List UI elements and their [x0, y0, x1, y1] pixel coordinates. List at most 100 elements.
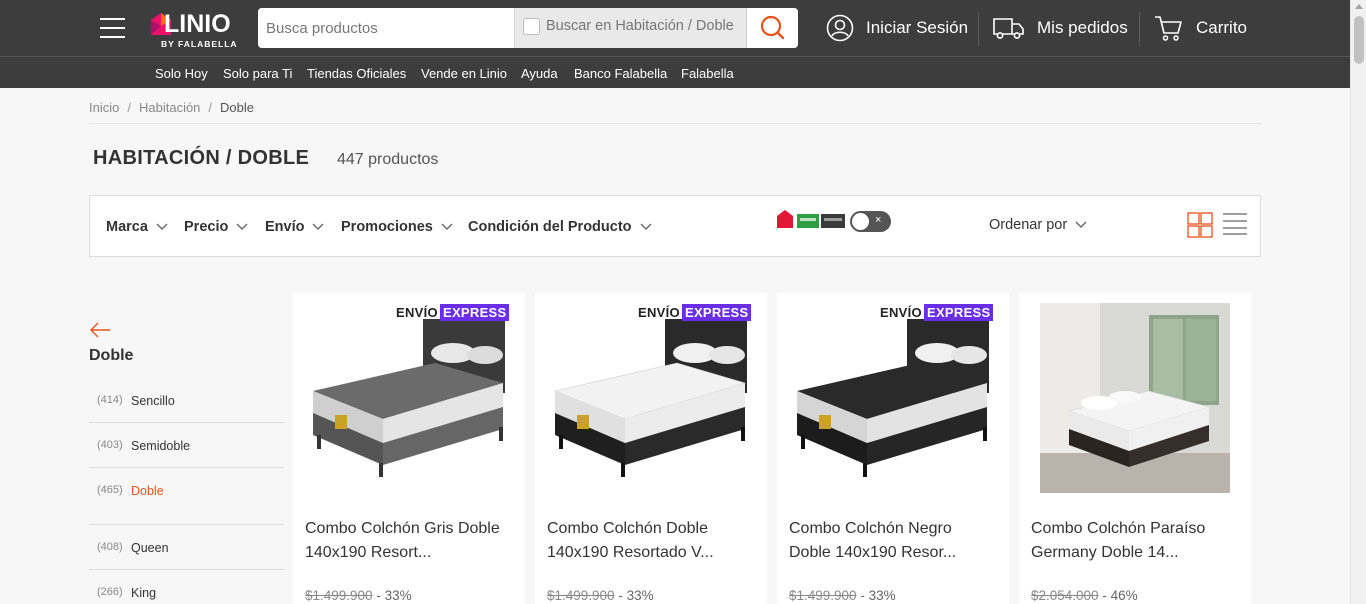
toggle-close-icon: ×	[875, 214, 882, 226]
product-price: $1.499.900 - 33%	[789, 588, 896, 603]
scope-checkbox[interactable]	[523, 18, 540, 35]
logo-subtext: BY FALABELLA	[161, 39, 238, 49]
filter-label: Promociones	[341, 219, 433, 235]
cart-link[interactable]: Carrito	[1154, 12, 1247, 44]
filter-precio[interactable]: Precio	[184, 219, 248, 235]
old-price: $1.499.900	[305, 588, 373, 603]
category-semidoble[interactable]: (403) Semidoble	[89, 435, 284, 480]
grid-view-icon[interactable]	[1187, 212, 1213, 238]
product-price: $2.054.000 - 46%	[1031, 588, 1138, 603]
product-image	[797, 319, 989, 477]
express-badge: ENVÍO EXPRESS	[638, 303, 752, 321]
subnav-falabella[interactable]: Falabella	[681, 66, 734, 81]
secondary-nav: Solo Hoy Solo para Ti Tiendas Oficiales …	[0, 56, 1350, 88]
express-label-part2: EXPRESS	[439, 303, 510, 321]
subnav-solo-para-ti[interactable]: Solo para Ti	[223, 66, 292, 81]
category-name: King	[131, 586, 157, 600]
product-card[interactable]: ENVÍO EXPRESS Combo Colchón Gris Doble 14…	[293, 293, 525, 604]
header-divider	[1139, 12, 1140, 46]
subnav-tiendas-oficiales[interactable]: Tiendas Oficiales	[307, 66, 406, 81]
breadcrumb-habitacion[interactable]: Habitación	[139, 100, 200, 115]
payment-toggle[interactable]: ×	[850, 211, 891, 232]
category-doble[interactable]: (465) Doble	[89, 480, 284, 525]
chevron-down-icon	[312, 223, 324, 230]
chevron-down-icon	[156, 223, 168, 230]
category-divider	[89, 422, 284, 423]
page-scrollbar[interactable]	[1350, 0, 1366, 604]
subnav-ayuda[interactable]: Ayuda	[521, 66, 558, 81]
logo-text: LINIO	[164, 10, 231, 38]
express-badge: ENVÍO EXPRESS	[396, 303, 510, 321]
product-count: 447 productos	[337, 151, 439, 168]
category-name: Queen	[131, 541, 169, 555]
search-button[interactable]	[747, 8, 798, 48]
breadcrumb: Inicio / Habitación / Doble	[89, 100, 254, 115]
express-label-part1: ENVÍO	[396, 304, 438, 320]
search-input[interactable]	[258, 8, 514, 48]
product-title[interactable]: Combo Colchón Doble 140x190 Resortado V.…	[547, 517, 752, 565]
category-divider	[89, 524, 284, 525]
search-bar: Buscar en Habitación / Doble	[258, 8, 798, 48]
search-icon	[760, 15, 785, 40]
login-link[interactable]: Iniciar Sesión	[826, 12, 968, 44]
discount: - 33%	[614, 588, 654, 603]
category-count: (403)	[97, 439, 123, 451]
product-card[interactable]: Combo Colchón Paraíso Germany Doble 14..…	[1019, 293, 1251, 604]
product-price: $1.499.900 - 33%	[547, 588, 654, 603]
chevron-down-icon	[441, 223, 453, 230]
breadcrumb-inicio[interactable]: Inicio	[89, 100, 119, 115]
category-divider	[89, 467, 284, 468]
discount: - 33%	[372, 588, 412, 603]
product-title[interactable]: Combo Colchón Negro Doble 140x190 Resor.…	[789, 517, 994, 565]
filter-promociones[interactable]: Promociones	[341, 219, 453, 235]
filter-label: Precio	[184, 219, 229, 235]
product-card[interactable]: ENVÍO EXPRESS Combo Colchón Negro Doble 1…	[777, 293, 1009, 604]
product-card[interactable]: ENVÍO EXPRESS Combo Colchón Doble 140x190…	[535, 293, 767, 604]
sort-dropdown[interactable]: Ordenar por	[989, 217, 1087, 233]
category-king[interactable]: (266) King	[89, 582, 284, 604]
top-header: LINIO BY FALABELLA Buscar en Habitación …	[0, 0, 1350, 56]
old-price: $2.054.000	[1031, 588, 1099, 603]
category-count: (266)	[97, 586, 123, 598]
toggle-knob	[852, 213, 869, 230]
product-title[interactable]: Combo Colchón Paraíso Germany Doble 14..…	[1031, 517, 1236, 565]
back-arrow-icon[interactable]	[89, 322, 111, 338]
filter-condicion[interactable]: Condición del Producto	[468, 219, 652, 235]
chevron-down-icon	[640, 223, 652, 230]
express-label-part1: ENVÍO	[880, 304, 922, 320]
breadcrumb-current: Doble	[220, 100, 255, 115]
filter-envio[interactable]: Envío	[265, 219, 324, 235]
user-icon	[826, 14, 854, 42]
filter-label: Marca	[106, 219, 148, 235]
category-count: (465)	[97, 484, 123, 496]
category-name: Doble	[131, 484, 164, 498]
old-price: $1.499.900	[789, 588, 857, 603]
orders-link[interactable]: Mis pedidos	[993, 12, 1128, 44]
search-scope[interactable]: Buscar en Habitación / Doble	[514, 8, 747, 48]
scope-label: Buscar en Habitación / Doble	[546, 18, 734, 34]
menu-icon[interactable]	[100, 18, 125, 38]
list-view-icon[interactable]	[1223, 213, 1247, 235]
chevron-down-icon	[236, 223, 248, 230]
category-queen[interactable]: (408) Queen	[89, 537, 284, 582]
scroll-thumb[interactable]	[1354, 16, 1364, 64]
product-title[interactable]: Combo Colchón Gris Doble 140x190 Resort.…	[305, 517, 510, 565]
sort-label: Ordenar por	[989, 217, 1068, 233]
breadcrumb-separator: /	[208, 100, 213, 115]
subnav-vende-en-linio[interactable]: Vende en Linio	[421, 66, 507, 81]
category-divider	[89, 569, 284, 570]
page-title: HABITACIÓN / DOBLE	[93, 147, 310, 169]
login-label: Iniciar Sesión	[866, 18, 969, 37]
sidebar-title: Doble	[89, 347, 134, 364]
linio-logo[interactable]: LINIO BY FALABELLA	[150, 8, 242, 50]
subnav-solo-hoy[interactable]: Solo Hoy	[155, 66, 208, 81]
category-sencillo[interactable]: (414) Sencillo	[89, 390, 284, 435]
header-divider	[978, 12, 979, 46]
chevron-down-icon	[1075, 221, 1087, 228]
filter-bar: Marca Precio Envío Promociones Condición…	[89, 195, 1261, 257]
scroll-up-icon[interactable]	[1355, 4, 1363, 9]
subnav-banco-falabella[interactable]: Banco Falabella	[574, 66, 667, 81]
filter-marca[interactable]: Marca	[106, 219, 168, 235]
breadcrumb-separator: /	[127, 100, 131, 115]
express-label-part1: ENVÍO	[638, 304, 680, 320]
